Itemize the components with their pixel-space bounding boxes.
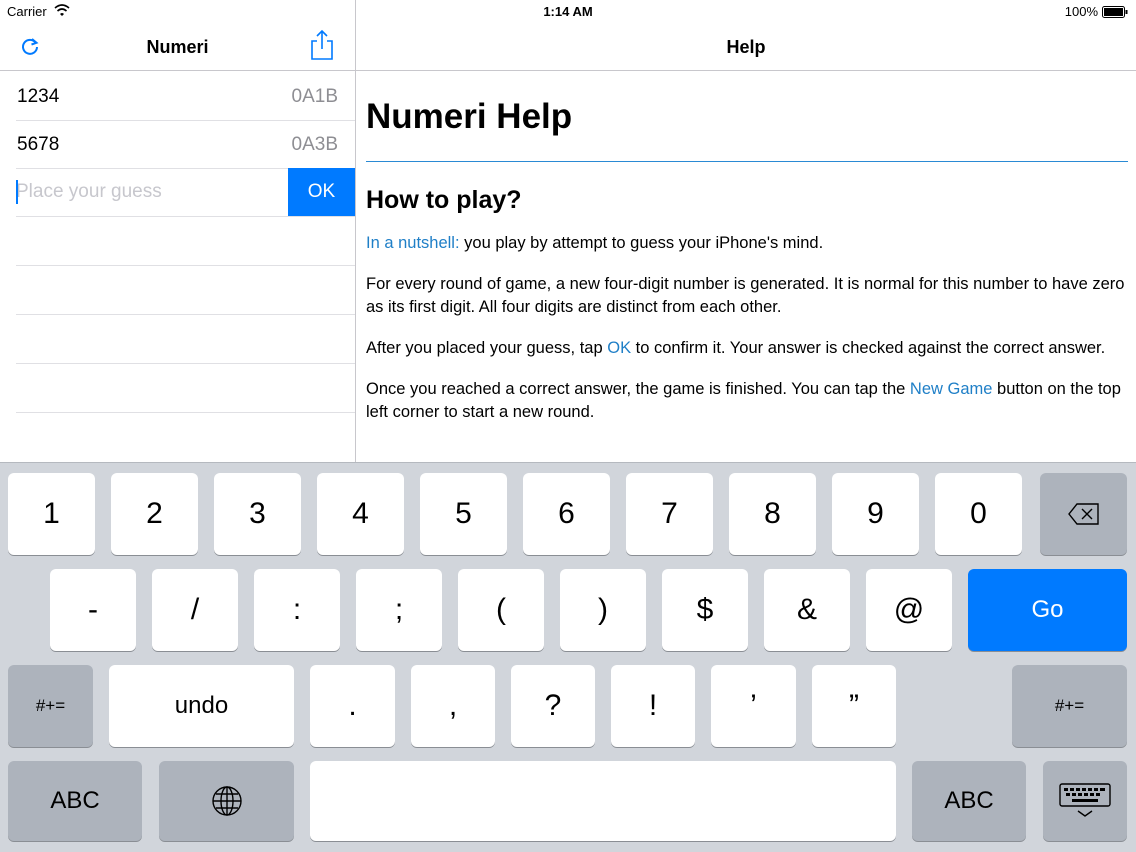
guess-result: 0A3B bbox=[291, 134, 338, 155]
key-colon[interactable]: : bbox=[254, 569, 340, 651]
help-text: to confirm it. Your answer is checked ag… bbox=[631, 339, 1106, 357]
battery-percentage: 100% bbox=[1064, 4, 1098, 19]
text-caret bbox=[16, 180, 18, 204]
status-time: 1:14 AM bbox=[543, 4, 593, 19]
battery-icon bbox=[1102, 6, 1128, 18]
key-2[interactable]: 2 bbox=[111, 473, 198, 555]
backspace-icon bbox=[1067, 503, 1099, 525]
key-1[interactable]: 1 bbox=[8, 473, 95, 555]
help-text: Once you reached a correct answer, the g… bbox=[366, 380, 910, 398]
globe-key[interactable] bbox=[159, 761, 294, 841]
key-semicolon[interactable]: ; bbox=[356, 569, 442, 651]
help-paragraph: After you placed your guess, tap OK to c… bbox=[366, 337, 1128, 360]
keyboard: 1 2 3 4 5 6 7 8 9 0 - / : ; ( ) $ & @ Go… bbox=[0, 462, 1136, 852]
guess-result: 0A1B bbox=[291, 86, 338, 107]
key-4[interactable]: 4 bbox=[317, 473, 404, 555]
abc-key[interactable]: ABC bbox=[8, 761, 142, 841]
empty-row bbox=[16, 364, 355, 413]
ok-button[interactable]: OK bbox=[288, 168, 355, 216]
help-content: Numeri Help How to play? In a nutshell: … bbox=[366, 72, 1128, 424]
key-8[interactable]: 8 bbox=[729, 473, 816, 555]
go-key[interactable]: Go bbox=[968, 569, 1127, 651]
master-pane: Numeri 1234 0A1B 5678 0A3B OK bbox=[0, 0, 355, 462]
symbols-shift-key[interactable]: #+= bbox=[8, 665, 93, 747]
key-9[interactable]: 9 bbox=[832, 473, 919, 555]
key-dollar[interactable]: $ bbox=[662, 569, 748, 651]
help-paragraph: For every round of game, a new four-digi… bbox=[366, 275, 1125, 316]
status-bar: Carrier 1:14 AM 100% bbox=[0, 0, 1136, 24]
empty-row bbox=[16, 266, 355, 315]
detail-pane: Help Numeri Help How to play? In a nutsh… bbox=[356, 0, 1136, 462]
guess-input-row: OK bbox=[16, 168, 355, 217]
key-quote[interactable]: ” bbox=[812, 665, 896, 747]
key-question[interactable]: ? bbox=[511, 665, 595, 747]
ok-link: OK bbox=[607, 339, 632, 357]
help-text: you play by attempt to guess your iPhone… bbox=[459, 234, 824, 252]
key-slash[interactable]: / bbox=[152, 569, 238, 651]
key-exclamation[interactable]: ! bbox=[611, 665, 695, 747]
new-game-link: New Game bbox=[909, 380, 993, 398]
nutshell-link: In a nutshell: bbox=[366, 234, 460, 252]
key-comma[interactable]: , bbox=[411, 665, 495, 747]
key-hyphen[interactable]: - bbox=[50, 569, 136, 651]
globe-icon bbox=[211, 786, 242, 816]
guess-value: 1234 bbox=[17, 86, 60, 107]
key-0[interactable]: 0 bbox=[935, 473, 1022, 555]
heading-rule bbox=[366, 161, 1128, 162]
key-7[interactable]: 7 bbox=[626, 473, 713, 555]
guess-row[interactable]: 5678 0A3B bbox=[16, 120, 355, 169]
backspace-key[interactable] bbox=[1040, 473, 1127, 555]
key-ampersand[interactable]: & bbox=[764, 569, 850, 651]
key-at[interactable]: @ bbox=[866, 569, 952, 651]
key-apostrophe[interactable]: ’ bbox=[711, 665, 796, 747]
detail-title: Help bbox=[726, 37, 766, 57]
key-period[interactable]: . bbox=[310, 665, 395, 747]
detail-nav-bar: Help bbox=[356, 24, 1136, 71]
keyboard-dismiss-icon bbox=[1059, 783, 1111, 817]
help-heading: Numeri Help bbox=[366, 97, 573, 136]
guess-row[interactable]: 1234 0A1B bbox=[16, 72, 355, 121]
empty-row bbox=[16, 217, 355, 266]
master-title: Numeri bbox=[146, 37, 209, 57]
empty-row bbox=[16, 315, 355, 364]
key-open-paren[interactable]: ( bbox=[458, 569, 544, 651]
help-text: After you placed your guess, tap bbox=[366, 339, 608, 357]
master-nav-bar: Numeri bbox=[0, 24, 355, 71]
help-paragraph: Once you reached a correct answer, the g… bbox=[366, 378, 1128, 424]
help-subheading: How to play? bbox=[366, 186, 522, 214]
key-close-paren[interactable]: ) bbox=[560, 569, 646, 651]
key-5[interactable]: 5 bbox=[420, 473, 507, 555]
dismiss-keyboard-key[interactable] bbox=[1043, 761, 1127, 841]
key-3[interactable]: 3 bbox=[214, 473, 301, 555]
symbols-shift-key-right[interactable]: #+= bbox=[1012, 665, 1127, 747]
key-6[interactable]: 6 bbox=[523, 473, 610, 555]
space-key[interactable] bbox=[310, 761, 896, 841]
guess-value: 5678 bbox=[17, 134, 60, 155]
empty-row bbox=[16, 413, 355, 462]
undo-key[interactable]: undo bbox=[109, 665, 294, 747]
help-paragraph: In a nutshell: you play by attempt to gu… bbox=[366, 232, 1128, 255]
abc-key-right[interactable]: ABC bbox=[912, 761, 1026, 841]
share-icon[interactable] bbox=[309, 29, 335, 61]
guess-input[interactable] bbox=[16, 168, 288, 216]
